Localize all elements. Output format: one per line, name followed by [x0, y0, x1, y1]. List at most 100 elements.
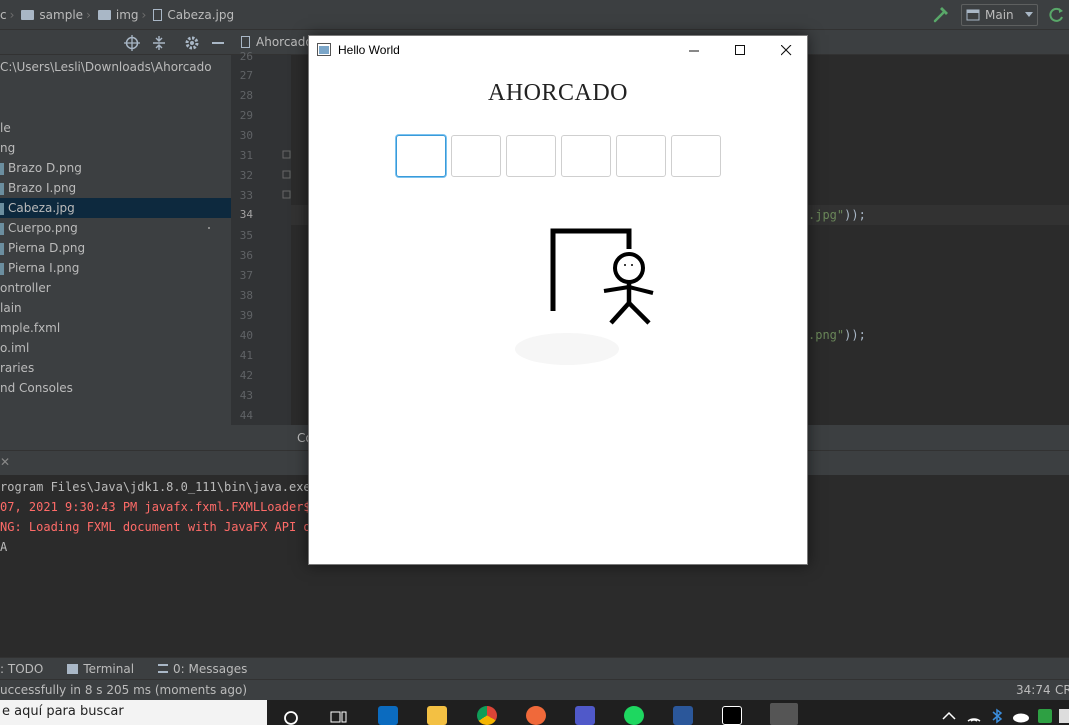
tree-item-consoles[interactable]: nd Consoles — [0, 378, 73, 398]
line-ending[interactable]: CR — [1055, 680, 1069, 700]
letter-input-4[interactable] — [561, 135, 611, 177]
hangman-eye — [631, 264, 633, 266]
tree-item-sample-fxml[interactable]: mple.fxml — [0, 318, 60, 338]
tree-item-cabeza[interactable]: Cabeza.jpg — [0, 198, 231, 218]
hello-world-window: Hello World AHORCADO — [308, 35, 808, 565]
intellij-icon[interactable] — [722, 706, 742, 725]
bluetooth-icon[interactable] — [991, 708, 1003, 724]
tab-terminal[interactable]: Terminal — [67, 662, 134, 676]
breadcrumb-item-img[interactable]: img — [116, 8, 139, 22]
hangman-right-arm — [628, 285, 654, 295]
taskbar-search-input[interactable]: e aquí para buscar — [0, 700, 267, 725]
letter-input-5[interactable] — [616, 135, 666, 177]
tree-item-label: Brazo D.png — [8, 161, 82, 175]
tree-item[interactable]: le — [0, 118, 11, 138]
tree-item-label: le — [0, 121, 11, 135]
tab-todo[interactable]: : TODO — [0, 662, 43, 676]
tree-item-pierna-i[interactable]: Pierna I.png — [0, 258, 79, 278]
letter-input-1[interactable] — [396, 135, 446, 177]
tree-item-iml[interactable]: o.iml — [0, 338, 29, 358]
status-bar: uccessfully in 8 s 205 ms (moments ago) … — [0, 679, 1069, 700]
maximize-icon — [734, 44, 745, 55]
collapse-all-icon[interactable] — [151, 35, 167, 51]
tree-item[interactable]: ng — [0, 138, 15, 158]
line-number: 27 — [239, 69, 253, 82]
letter-input-3[interactable] — [506, 135, 556, 177]
close-icon[interactable]: ✕ — [0, 455, 10, 469]
task-view-icon[interactable] — [330, 709, 348, 725]
run-config-label: Main — [985, 8, 1014, 22]
image-file-icon — [0, 262, 4, 275]
line-number: 28 — [239, 89, 253, 102]
wifi-icon[interactable] — [966, 708, 982, 724]
line-number: 39 — [239, 309, 253, 322]
maximize-button[interactable] — [717, 36, 763, 64]
console-line-error: 07, 2021 9:30:43 PM javafx.fxml.FXMLLoad… — [0, 500, 326, 514]
folder-icon — [21, 9, 35, 20]
tab-ahorcado[interactable]: Ahorcado — [241, 35, 313, 49]
file-explorer-icon[interactable] — [427, 706, 447, 725]
store-icon[interactable] — [378, 706, 398, 725]
tree-item-libraries[interactable]: raries — [0, 358, 34, 378]
breadcrumb: c › sample › img › Cabeza.jpg — [0, 8, 234, 22]
locate-icon[interactable] — [124, 35, 140, 51]
tree-item-label: Pierna I.png — [8, 261, 80, 275]
minimize-icon — [688, 50, 699, 51]
cursor-position[interactable]: 34:74 — [1016, 680, 1051, 700]
line-number-gutter: 26 27 28 29 30 31 32 33 34 35 36 37 38 3… — [231, 50, 291, 425]
device-icon[interactable] — [1059, 709, 1069, 723]
line-number: 31 — [239, 149, 253, 162]
tree-item-controller[interactable]: ontroller — [0, 278, 51, 298]
project-path: C:\Users\Lesli\Downloads\Ahorcado — [0, 60, 212, 74]
line-number: 36 — [239, 249, 253, 262]
hangman-eye — [624, 264, 626, 266]
build-hammer-icon[interactable] — [932, 6, 950, 24]
code-line-40[interactable]: .png")); — [808, 328, 866, 342]
breadcrumb-item-sample[interactable]: sample — [39, 8, 83, 22]
tree-item-pierna-d[interactable]: Pierna D.png — [0, 238, 85, 258]
tree-item-brazo-i[interactable]: Brazo I.png — [0, 178, 76, 198]
app-icon[interactable] — [526, 706, 546, 725]
image-file-icon — [0, 202, 4, 215]
messages-icon — [158, 664, 169, 673]
project-toolbar — [0, 30, 231, 55]
image-file-icon — [0, 242, 4, 255]
security-check-icon[interactable] — [1038, 709, 1052, 723]
hangman-right-leg — [627, 301, 651, 325]
image-file-icon — [0, 222, 4, 235]
file-icon — [241, 36, 250, 48]
hangman-head — [613, 252, 645, 284]
console-line-error: NG: Loading FXML document with JavaFX AP… — [0, 520, 318, 534]
chevron-up-icon[interactable] — [942, 711, 956, 721]
breadcrumb-item-root[interactable]: c — [0, 8, 7, 22]
letter-input-6[interactable] — [671, 135, 721, 177]
cortana-icon[interactable] — [283, 709, 299, 725]
window-titlebar[interactable]: Hello World — [309, 36, 807, 64]
tab-messages[interactable]: 0: Messages — [158, 662, 247, 676]
breadcrumb-item-file[interactable]: Cabeza.jpg — [167, 8, 234, 22]
gear-icon[interactable] — [184, 35, 200, 51]
console-line: A — [0, 540, 8, 554]
close-button[interactable] — [763, 36, 809, 64]
chrome-icon[interactable] — [477, 706, 497, 725]
tree-item-main[interactable]: lain — [0, 298, 22, 318]
code-line-34[interactable]: .jpg")); — [808, 208, 866, 222]
minimize-panel-icon[interactable] — [210, 35, 226, 51]
onedrive-icon[interactable] — [1012, 711, 1030, 723]
tree-item-label: o.iml — [0, 341, 30, 355]
letter-input-2[interactable] — [451, 135, 501, 177]
line-number: 35 — [239, 229, 253, 242]
window-title: Hello World — [338, 43, 400, 57]
teams-icon[interactable] — [575, 706, 595, 725]
spotify-icon[interactable] — [624, 706, 644, 725]
tree-item-brazo-d[interactable]: Brazo D.png — [0, 158, 82, 178]
tree-item-cuerpo[interactable]: Cuerpo.png — [0, 218, 78, 238]
tree-item-label: mple.fxml — [0, 321, 61, 335]
line-number: 41 — [239, 349, 253, 362]
minimize-button[interactable] — [671, 36, 717, 64]
rerun-icon[interactable] — [1049, 7, 1065, 23]
word-icon[interactable] — [673, 706, 693, 725]
run-configuration-dropdown[interactable]: Main — [961, 4, 1038, 26]
java-app-icon[interactable] — [770, 703, 798, 725]
line-number: 42 — [239, 369, 253, 382]
